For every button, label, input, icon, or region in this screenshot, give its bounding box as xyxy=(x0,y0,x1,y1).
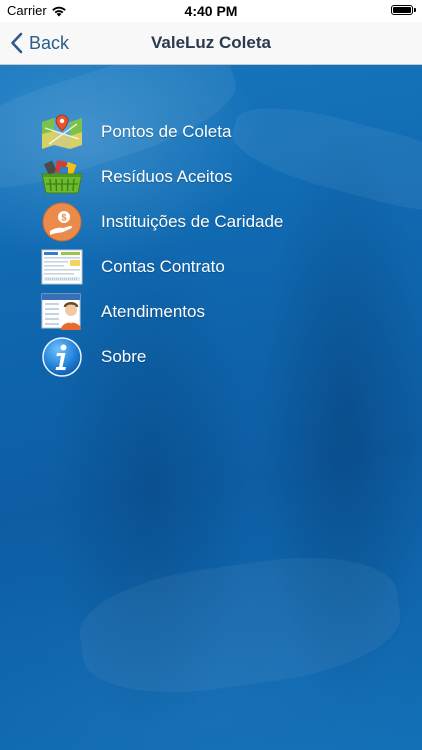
status-time: 4:40 PM xyxy=(184,3,238,19)
recycle-basket-icon xyxy=(40,157,84,197)
battery-cap xyxy=(414,8,416,12)
customer-service-icon xyxy=(40,292,84,332)
main-menu: Pontos de Coleta Resíduos Aceitos $ Inst… xyxy=(40,109,400,379)
status-bar: Carrier 4:40 PM xyxy=(0,0,422,22)
info-icon xyxy=(40,336,84,377)
menu-item-sobre[interactable]: Sobre xyxy=(40,334,400,379)
menu-item-label: Contas Contrato xyxy=(101,256,225,276)
svg-text:$: $ xyxy=(61,212,66,222)
menu-item-label: Pontos de Coleta xyxy=(101,121,232,141)
background-texture xyxy=(73,543,407,707)
menu-item-residuos-aceitos[interactable]: Resíduos Aceitos xyxy=(40,154,400,199)
menu-item-label: Instituições de Caridade xyxy=(101,211,284,231)
menu-item-instituicoes-de-caridade[interactable]: $ Instituições de Caridade xyxy=(40,199,400,244)
navigation-bar: Back ValeLuz Coleta xyxy=(0,22,422,65)
battery-level-fill xyxy=(393,7,411,13)
battery-icon xyxy=(391,5,416,15)
menu-item-contas-contrato[interactable]: Contas Contrato xyxy=(40,244,400,289)
map-pin-icon xyxy=(40,112,84,152)
menu-item-label: Atendimentos xyxy=(101,301,205,321)
main-content: Pontos de Coleta Resíduos Aceitos $ Inst… xyxy=(0,65,422,750)
menu-item-atendimentos[interactable]: Atendimentos xyxy=(40,289,400,334)
menu-item-label: Resíduos Aceitos xyxy=(101,166,233,186)
charity-hand-coin-icon: $ xyxy=(40,202,84,242)
bill-document-icon xyxy=(40,247,84,287)
page-title: ValeLuz Coleta xyxy=(151,33,271,52)
menu-item-pontos-de-coleta[interactable]: Pontos de Coleta xyxy=(40,109,400,154)
menu-item-label: Sobre xyxy=(101,346,147,366)
